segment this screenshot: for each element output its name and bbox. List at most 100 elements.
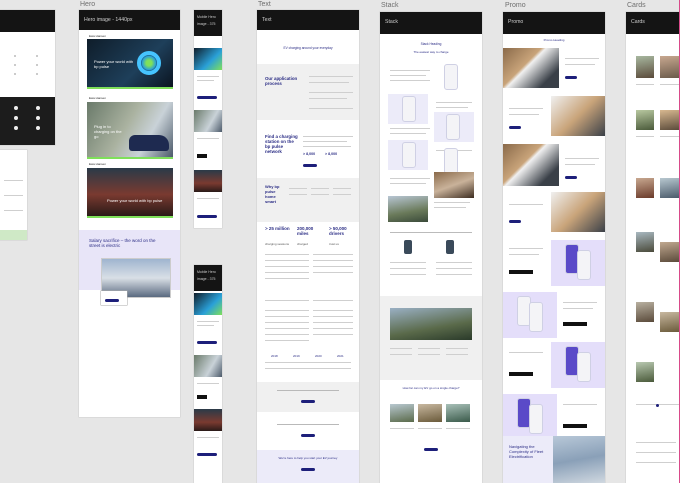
hero-mobile-b-title: Mobile Hero (197, 270, 216, 274)
stack-photo-row-3 (446, 404, 470, 422)
charger-ring-icon (137, 51, 161, 75)
hero-section-title-1: Ewa Hansen (89, 34, 107, 38)
hero-salary-heading: Salary sacrifice – the word on the stree… (89, 238, 156, 248)
stack-sub-heading: The easiest way to charge (413, 50, 449, 54)
help-panel-3: We're here to help you start your EV jou… (257, 450, 359, 483)
application-panel: Our application process (257, 64, 359, 120)
cards-pager-dot[interactable] (656, 404, 659, 407)
find-stat-2: > 8,000 (325, 152, 338, 156)
text-heading-3: Find a charging station on the bp pulse … (265, 134, 298, 154)
hero-frame-title: Hero image - 1440px (79, 10, 180, 30)
left-dark-dots (14, 106, 44, 136)
promo-photo-3 (503, 144, 559, 186)
hero-mobile-a-header: Mobile Hero image - 375 (194, 10, 222, 36)
stat-3-value: > 50,000 drivers (329, 226, 347, 236)
promo-final-photo (553, 436, 605, 483)
promo-heading: Promo Heading (543, 38, 565, 42)
text-frame: Text EV charging around your everyday Ou… (257, 10, 359, 483)
promo-app-panel-2 (503, 292, 557, 338)
text-column-label: Text (258, 1, 271, 8)
stack-photo-wide (390, 308, 472, 340)
hero-banner-3-text: Power your world with bp pulse (107, 198, 163, 203)
cards-img-4 (660, 110, 680, 130)
mobile-b-img-3 (194, 409, 222, 431)
promo-column-label: Promo (505, 2, 526, 9)
stack-phone-5 (444, 148, 458, 174)
left-partial-frame (0, 10, 55, 145)
text-heading-1: EV charging around your everyday (283, 46, 333, 50)
stat-1-value: > 25 million (265, 226, 290, 231)
hero-frame: Hero image - 1440px Ewa Hansen Power you… (79, 10, 180, 417)
find-station-panel: Find a charging station on the bp pulse … (257, 128, 359, 174)
hero-small-card (101, 291, 127, 305)
mobile-b-img-1 (194, 293, 222, 315)
stack-bottom-heading: How far can my EV go on a single charge? (402, 386, 460, 390)
hero-section-title-3: Ewa Hansen (89, 162, 107, 166)
promo-frame-title: Promo (503, 12, 605, 34)
cards-frame-title: Cards (626, 12, 680, 34)
promo-frame: Promo Promo Heading Navigating the Compl… (503, 12, 605, 483)
promo-app-panel-1 (551, 240, 605, 286)
stat-2-value: 200,000 miles (297, 226, 314, 236)
left-partial-frame-2 (0, 150, 27, 240)
hero-mobile-frame-b: Mobile Hero image - 375 (194, 265, 222, 483)
promo-store-badges-2 (563, 322, 587, 326)
cards-img-6 (660, 178, 680, 198)
mobile-b-dark-btn (197, 395, 207, 399)
hero-banner-1-text: Power your world with bp pulse (94, 59, 134, 69)
cards-column-label: Cards (627, 2, 646, 9)
stat-3-sub: trust us (329, 242, 339, 246)
mobile-a-img-2 (194, 110, 222, 132)
help-panel-1 (257, 382, 359, 412)
text-heading-2: Our application process (265, 76, 298, 86)
promo-app-panel-3 (551, 342, 605, 388)
stack-phone-4 (402, 142, 416, 168)
promo-store-badges-3 (509, 372, 533, 376)
hero-banner-3: Power your world with bp pulse (87, 168, 173, 218)
cards-img-3 (636, 110, 654, 130)
stack-photo-row-1 (390, 404, 414, 422)
cards-img-8 (660, 242, 680, 262)
stack-photo-row-2 (418, 404, 442, 422)
stack-frame: Stack Stack Heading The easiest way to c… (380, 12, 482, 483)
stack-frame-title: Stack (380, 12, 482, 34)
stack-charger-b (446, 240, 454, 254)
left-header-strip (0, 10, 55, 32)
text-frame-title: Text (257, 10, 359, 30)
text-heading-4: Why bp pulse home smart (265, 184, 280, 204)
year-2: 2019 (293, 354, 300, 358)
hero-section-title-2: Ewa Hansen (89, 96, 107, 100)
hero-column-label: Hero (80, 1, 96, 8)
stack-photo-1 (434, 172, 474, 198)
cards-frame: Cards (626, 12, 680, 483)
hero-mobile-a-subtitle: image - 375 (197, 22, 216, 26)
promo-final-panel: Navigating the Complexity of Fleet Elect… (503, 436, 605, 483)
stack-grey-panel (380, 296, 482, 380)
stack-phone-2 (402, 96, 416, 122)
left-green-block (0, 230, 27, 240)
mobile-a-img-3 (194, 170, 222, 192)
year-3: 2020 (315, 354, 322, 358)
year-1: 2018 (271, 354, 278, 358)
promo-store-badges-4 (563, 424, 587, 428)
stack-heading: Stack Heading (420, 42, 442, 46)
text-footer-heading: We're here to help you start your EV jou… (278, 456, 338, 460)
stack-photo-2 (388, 196, 428, 222)
car-silhouette (129, 135, 169, 151)
cards-img-11 (636, 362, 654, 382)
promo-app-panel-4 (503, 394, 557, 440)
hero-banner-2: Plug in to charging on the go (87, 102, 173, 159)
cards-img-7 (636, 232, 654, 252)
hero-mobile-b-header: Mobile Hero image - 375 (194, 265, 222, 291)
promo-photo-1 (503, 48, 559, 88)
hero-mobile-a-title: Mobile Hero (197, 15, 216, 19)
left-dot-grid (14, 55, 44, 89)
stack-phone-1 (444, 64, 458, 90)
mobile-a-dark-btn (197, 154, 207, 158)
stat-1-sub: charging sessions (265, 242, 290, 246)
cards-img-1 (636, 56, 654, 78)
hero-mobile-frame-a: Mobile Hero image - 375 (194, 10, 222, 228)
hero-banner-1: Power your world with bp pulse (87, 39, 173, 89)
mobile-a-img-1 (194, 48, 222, 70)
cards-img-9 (636, 302, 654, 322)
